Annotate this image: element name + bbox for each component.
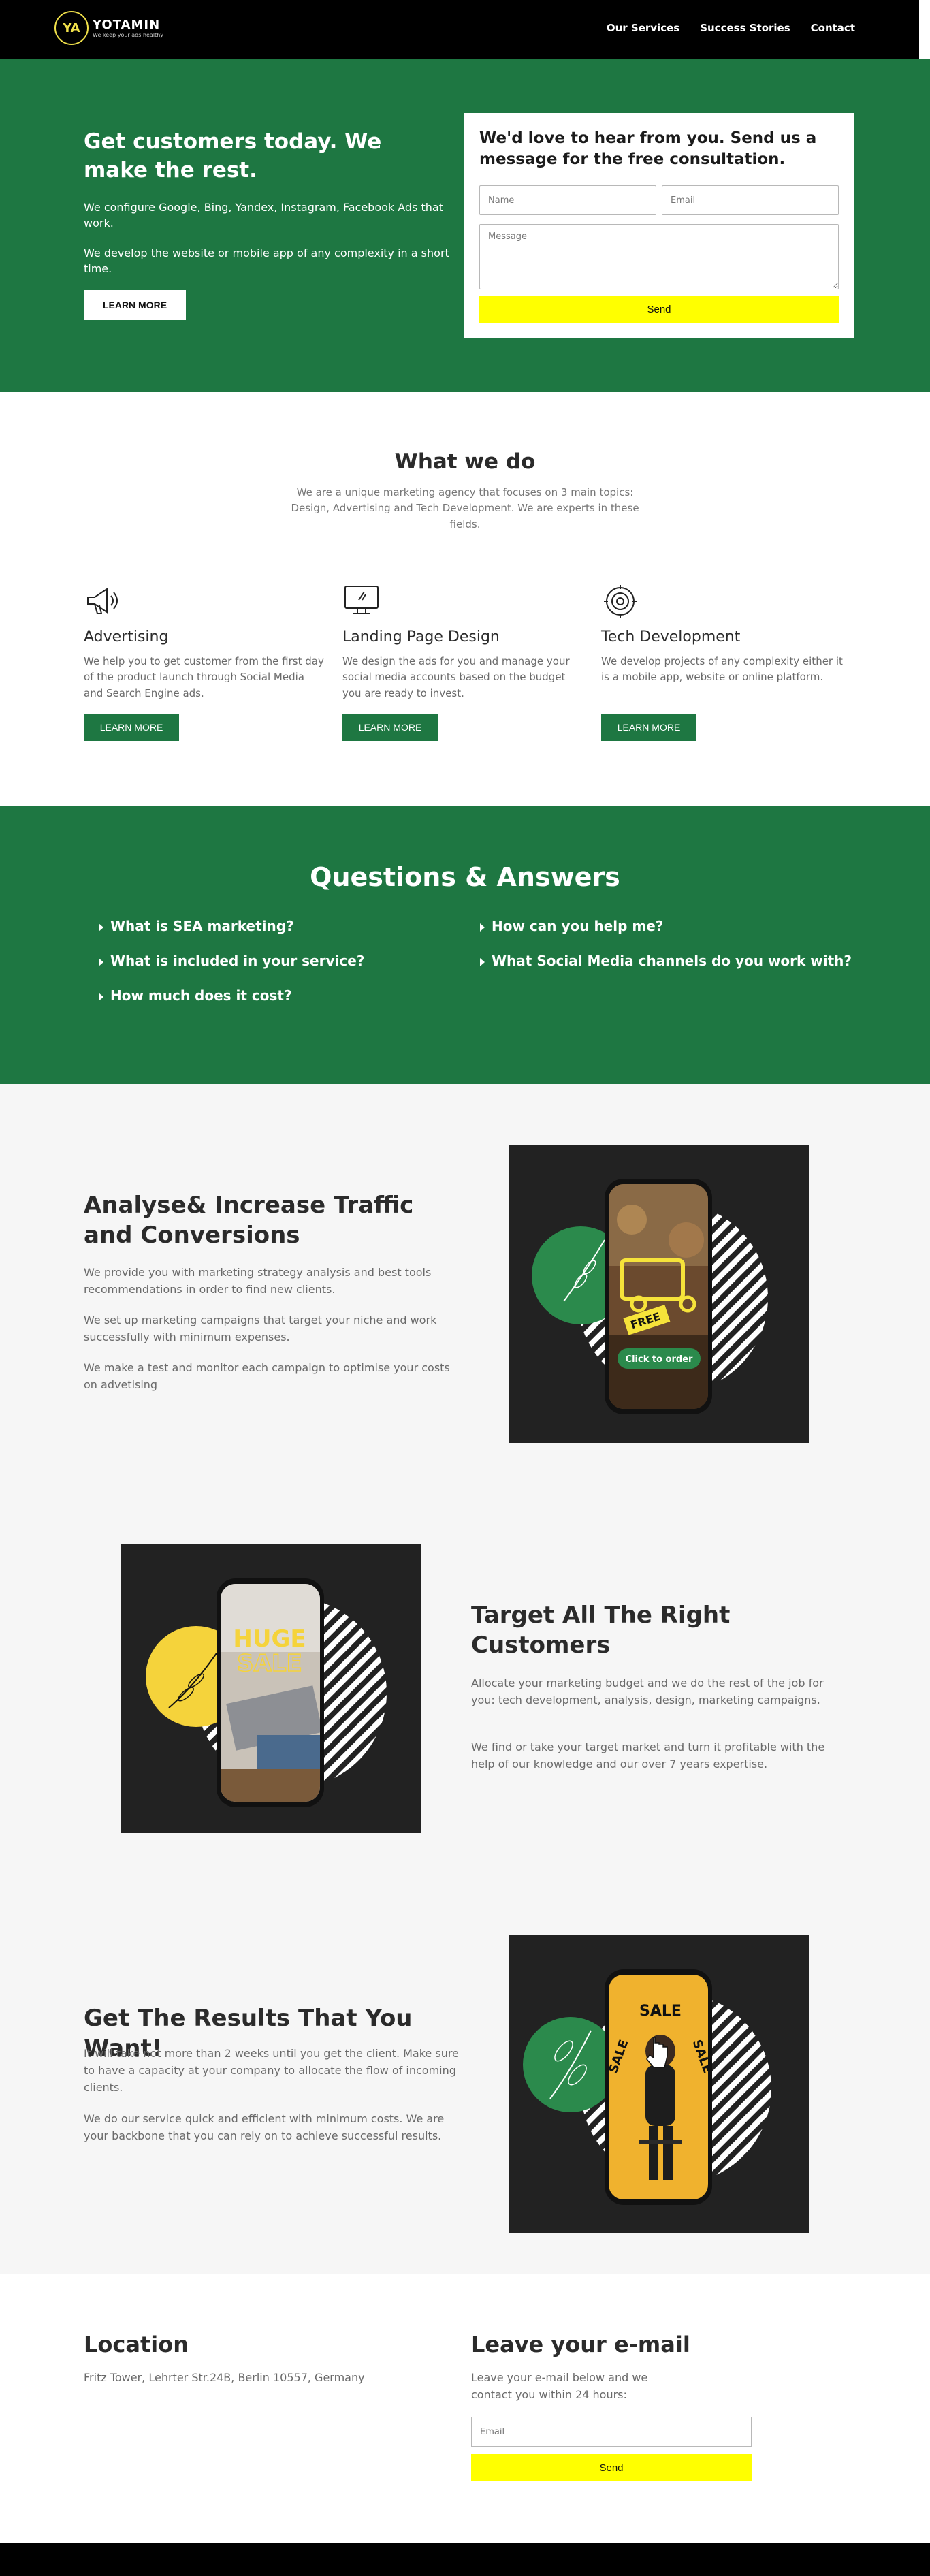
newsletter-subtitle: Leave your e-mail below and we contact y… (471, 2371, 648, 2401)
learn-more-button[interactable]: LEARN MORE (84, 714, 179, 741)
feature-paragraph: Allocate your marketing budget and we do… (471, 1676, 824, 1706)
service-card-landing-page: Landing Page Design We design the ads fo… (342, 582, 584, 741)
learn-more-button[interactable]: LEARN MORE (342, 714, 438, 741)
send-button[interactable]: Send (479, 296, 839, 323)
qa-title: Questions & Answers (310, 862, 620, 892)
section-subtitle: We are a unique marketing agency that fo… (291, 486, 639, 530)
feature-paragraph: We provide you with marketing strategy a… (84, 1266, 432, 1296)
faq-item[interactable]: How can you help me? (480, 918, 663, 934)
service-description: We develop projects of any complexity ei… (601, 655, 843, 684)
faq-item[interactable]: What is included in your service? (99, 953, 364, 969)
site-footer (0, 2543, 930, 2576)
site-header: YA YOTAMIN We keep your ads healthy Our … (0, 0, 930, 59)
caret-right-icon (480, 957, 485, 966)
newsletter-title: Leave your e-mail (471, 2332, 690, 2357)
learn-more-button[interactable]: LEARN MORE (601, 714, 696, 741)
nav-contact[interactable]: Contact (811, 22, 855, 34)
contact-form: We'd love to hear from you. Send us a me… (464, 113, 854, 338)
logo-tagline: We keep your ads healthy (93, 32, 163, 38)
logo-name: YOTAMIN (93, 18, 161, 32)
caret-right-icon (99, 957, 103, 966)
hero-learn-more-button[interactable]: LEARN MORE (84, 290, 186, 320)
scrollbar-track[interactable] (919, 0, 930, 59)
feature-title: Target All The Right Customers (471, 1602, 731, 1659)
location-address: Fritz Tower, Lehrter Str.24B, Berlin 105… (84, 2371, 365, 2384)
faq-item[interactable]: How much does it cost? (99, 987, 292, 1004)
feature-paragraph: It will take not more than 2 weeks until… (84, 2047, 459, 2094)
faq-item[interactable]: What is SEA marketing? (99, 918, 294, 934)
contact-form-title: We'd love to hear from you. Send us a me… (479, 129, 817, 169)
megaphone-icon (87, 588, 118, 614)
faq-item[interactable]: What Social Media channels do you work w… (480, 953, 852, 969)
caret-right-icon (99, 923, 103, 932)
service-title: Advertising (84, 629, 169, 646)
location-title: Location (84, 2332, 189, 2357)
click-to-order-text: Click to order (626, 1354, 693, 1365)
hero-title: Get customers today. We make the rest. (84, 129, 382, 182)
feature-paragraph: We make a test and monitor each campaign… (84, 1361, 450, 1391)
feature-image: FREE Click to order (509, 1145, 809, 1443)
feature-paragraph: We do our service quick and efficient wi… (84, 2112, 445, 2142)
service-card-advertising: Advertising We help you to get customer … (84, 582, 325, 741)
feature-image: SALE SALE SALE (509, 1935, 809, 2233)
nav-our-services[interactable]: Our Services (607, 22, 679, 34)
message-field[interactable] (479, 224, 839, 289)
hero-paragraph: We develop the website or mobile app of … (84, 247, 449, 276)
service-card-tech-development: Tech Development We develop projects of … (601, 582, 843, 741)
hero-section: Get customers today. We make the rest. W… (0, 59, 930, 392)
sale-word-text: SALE (639, 2003, 682, 2020)
caret-right-icon (99, 992, 103, 1001)
huge-text: HUGE (233, 1625, 306, 1653)
feature-paragraph: We set up marketing campaigns that targe… (84, 1314, 437, 1343)
feature-title: Analyse& Increase Traffic and Conversion… (84, 1192, 414, 1250)
feature-image: HUGE SALE (121, 1544, 421, 1833)
main-nav: Our Services Success Stories Contact (607, 22, 855, 34)
service-description: We help you to get customer from the fir… (84, 655, 324, 699)
gear-icon (604, 585, 637, 618)
service-title: Tech Development (601, 629, 741, 646)
newsletter-email-field[interactable] (471, 2417, 752, 2447)
monitor-icon (344, 586, 379, 614)
email-field[interactable] (662, 185, 839, 215)
logo-mark: YA (54, 11, 89, 45)
sale-text: SALE (237, 1650, 302, 1677)
features-section: Analyse& Increase Traffic and Conversion… (0, 1084, 930, 2274)
newsletter-send-button[interactable]: Send (471, 2454, 752, 2481)
service-description: We design the ads for you and manage you… (342, 655, 570, 699)
hero-paragraph: We configure Google, Bing, Yandex, Insta… (84, 201, 443, 230)
logo[interactable]: YA YOTAMIN We keep your ads healthy (54, 11, 163, 45)
qa-section: Questions & Answers What is SEA marketin… (0, 806, 930, 1084)
service-title: Landing Page Design (342, 629, 500, 646)
caret-right-icon (480, 923, 485, 932)
section-title: What we do (394, 449, 536, 474)
nav-success-stories[interactable]: Success Stories (700, 22, 790, 34)
feature-paragraph: We find or take your target market and t… (471, 1740, 825, 1770)
name-field[interactable] (479, 185, 656, 215)
